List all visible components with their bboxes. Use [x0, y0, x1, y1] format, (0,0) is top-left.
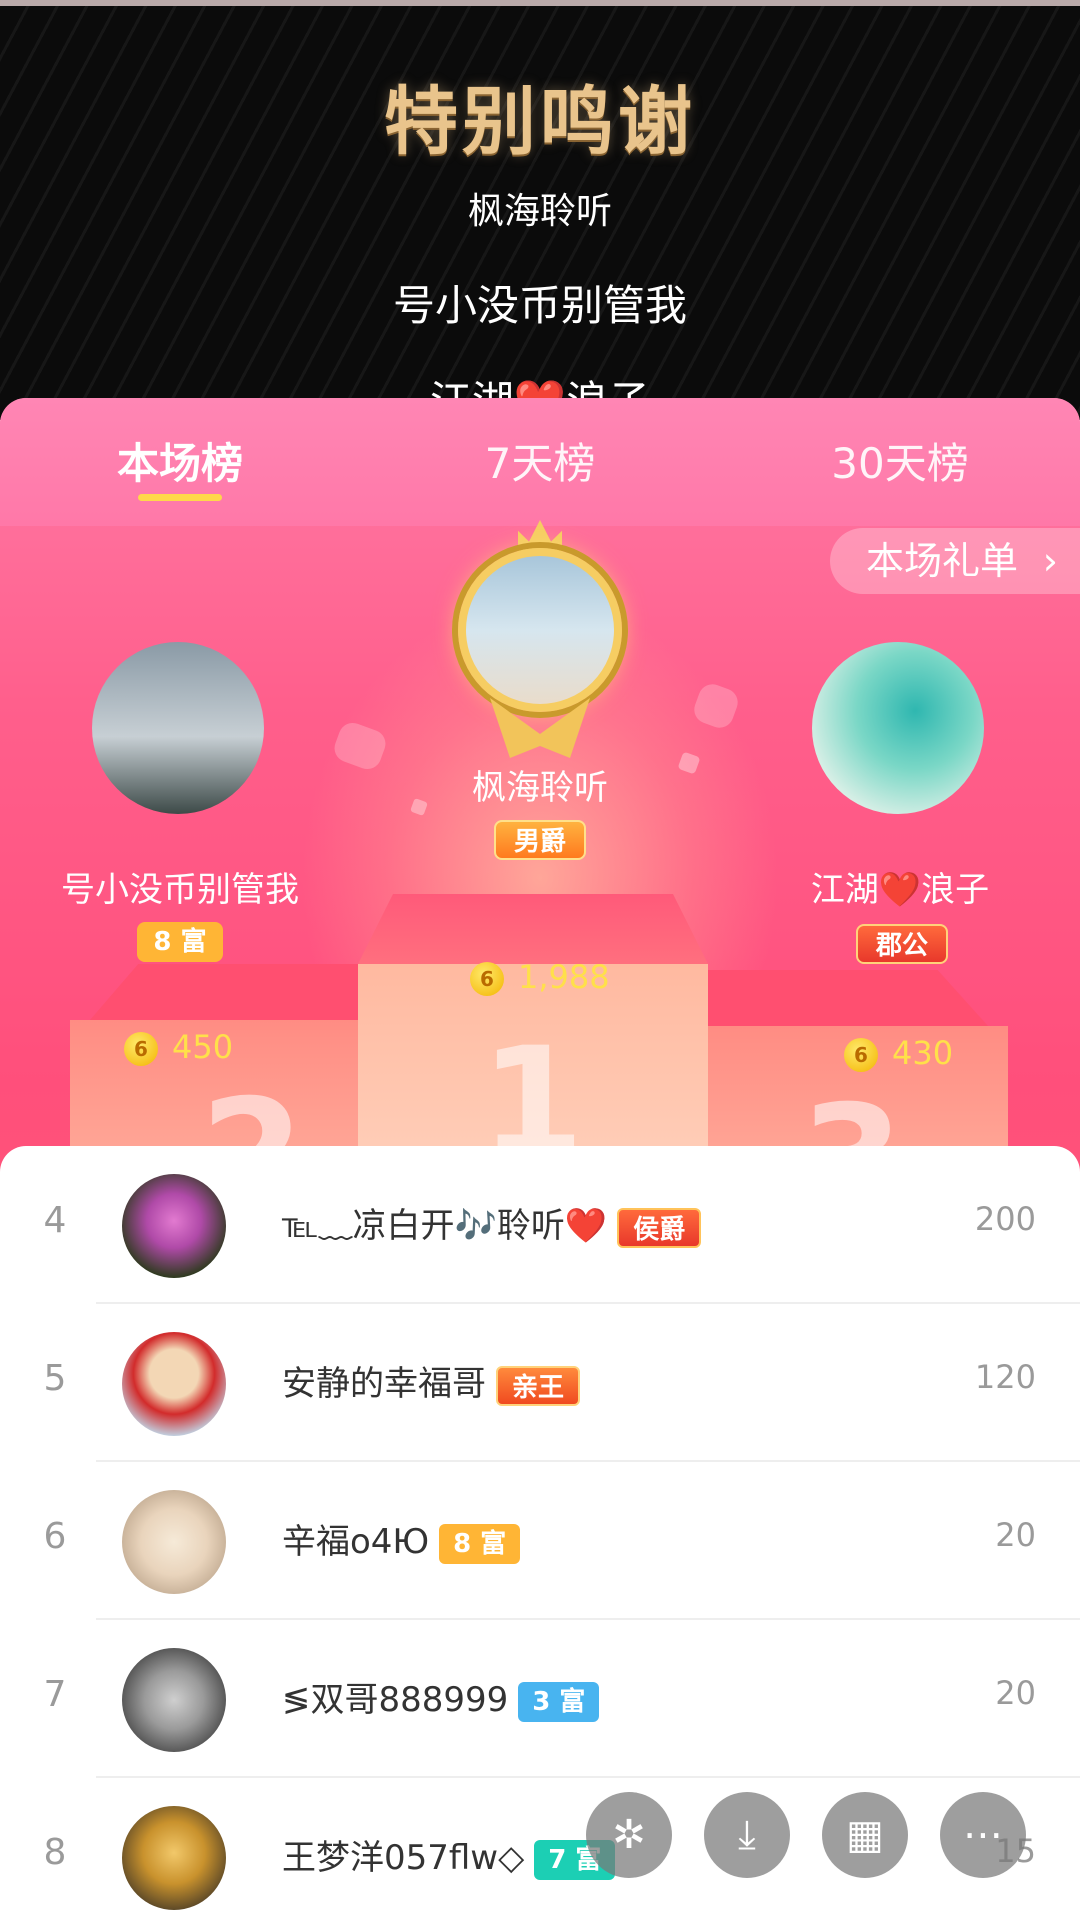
download-button[interactable]: ⤓: [704, 1792, 790, 1878]
credits-title: 特别鸣谢: [384, 79, 696, 165]
user-name-text: 安静的幸福哥: [282, 1364, 486, 1404]
grid-button[interactable]: ▦: [822, 1792, 908, 1878]
first-place-name[interactable]: 枫海聆听: [390, 760, 690, 809]
podium-third-top: [708, 970, 988, 1026]
credit-line: 枫海聆听: [467, 191, 612, 232]
more-button[interactable]: ⋯: [940, 1792, 1026, 1878]
active-tab-indicator: [138, 494, 222, 501]
download-icon: ⤓: [738, 1812, 756, 1858]
wealth-badge: 8 富: [439, 1523, 521, 1564]
user-name-text: ≶双哥888999: [282, 1680, 509, 1720]
score: 20: [995, 1516, 1036, 1554]
list-item[interactable]: 7 ≶双哥888999 3 富 20: [0, 1620, 1080, 1778]
ranking-tabs: 本场榜 7天榜 30天榜: [0, 398, 1080, 526]
grid-icon: ▦: [846, 1812, 884, 1858]
tab-7-days[interactable]: 7天榜: [410, 430, 670, 491]
gift-list-button[interactable]: 本场礼单 ›: [830, 528, 1080, 594]
chevron-right-icon: ›: [1042, 539, 1058, 583]
wealth-badge: 8 富: [137, 922, 223, 962]
user-name: 安静的幸福哥 亲王: [282, 1356, 581, 1406]
ranking-list: 4 ℡﹏凉白开🎶聆听❤️ 侯爵 200 5 安静的幸福哥 亲王 120 6 辛福o4…: [0, 1146, 1080, 1920]
avatar[interactable]: [122, 1174, 226, 1278]
more-icon: ⋯: [963, 1812, 1003, 1858]
rank-number: 6: [43, 1516, 67, 1557]
score-value: 430: [892, 1034, 954, 1072]
tab-this-session[interactable]: 本场榜: [50, 430, 310, 491]
pinwheel-button[interactable]: ✲: [586, 1792, 672, 1878]
credit-line: 号小没币别管我: [392, 281, 687, 330]
rank-number: 5: [43, 1358, 67, 1399]
user-name: ℡﹏凉白开🎶聆听❤️ 侯爵: [282, 1198, 702, 1248]
list-item[interactable]: 5 安静的幸福哥 亲王 120: [0, 1304, 1080, 1462]
podium-second-top: [90, 964, 358, 1020]
score: 200: [974, 1200, 1036, 1238]
list-item[interactable]: 4 ℡﹏凉白开🎶聆听❤️ 侯爵 200: [0, 1146, 1080, 1304]
coin-icon: 6: [844, 1038, 878, 1072]
list-item[interactable]: 6 辛福o4Ю 8 富 20: [0, 1462, 1080, 1620]
score: 120: [974, 1358, 1036, 1396]
user-name: 辛福o4Ю 8 富: [282, 1514, 521, 1564]
score-value: 450: [172, 1028, 234, 1066]
rank-badge: 侯爵: [617, 1207, 702, 1248]
avatar[interactable]: [122, 1490, 226, 1594]
user-name: 王梦洋057flw◇ 7 富: [282, 1830, 616, 1880]
list-item[interactable]: 8 王梦洋057flw◇7 富 15: [0, 1778, 1080, 1920]
rank-badge: 亲王: [496, 1365, 581, 1406]
user-name-text: ℡﹏凉白开🎶聆听❤️: [282, 1206, 608, 1246]
avatar[interactable]: [122, 1332, 226, 1436]
rank-badge: 男爵: [494, 820, 586, 860]
second-place-name[interactable]: 号小没币别管我: [30, 862, 330, 911]
user-name-text: 辛福o4Ю: [282, 1522, 430, 1562]
podium-first-top: [358, 894, 708, 964]
gift-list-label: 本场礼单: [866, 539, 1019, 583]
tab-30-days[interactable]: 30天榜: [770, 430, 1030, 491]
user-name: ≶双哥888999 3 富: [282, 1672, 600, 1722]
rank-number: 7: [43, 1674, 67, 1715]
user-name-text: 王梦洋057flw◇: [282, 1838, 525, 1878]
pinwheel-icon: ✲: [612, 1812, 646, 1858]
wealth-badge: 3 富: [518, 1681, 600, 1722]
first-place-avatar[interactable]: [458, 548, 622, 712]
avatar[interactable]: [122, 1806, 226, 1910]
coin-icon: 6: [470, 962, 504, 996]
third-place-avatar[interactable]: [812, 642, 984, 814]
rank-number: 8: [43, 1832, 67, 1873]
third-place-score: 6 430: [844, 1034, 953, 1072]
score: 20: [995, 1674, 1036, 1712]
second-place-score: 6 450: [124, 1028, 233, 1066]
rank-badge: 郡公: [856, 924, 948, 964]
credits-banner: 特别鸣谢 枫海聆听 号小没币别管我 江湖❤️浪子: [0, 0, 1080, 420]
first-place-score: 6 1,988: [470, 958, 610, 996]
second-place-avatar[interactable]: [92, 642, 264, 814]
avatar[interactable]: [122, 1648, 226, 1752]
coin-icon: 6: [124, 1032, 158, 1066]
third-place-name[interactable]: 江湖❤️浪子: [750, 862, 1050, 911]
score-value: 1,988: [518, 958, 610, 996]
rank-number: 4: [43, 1200, 67, 1241]
